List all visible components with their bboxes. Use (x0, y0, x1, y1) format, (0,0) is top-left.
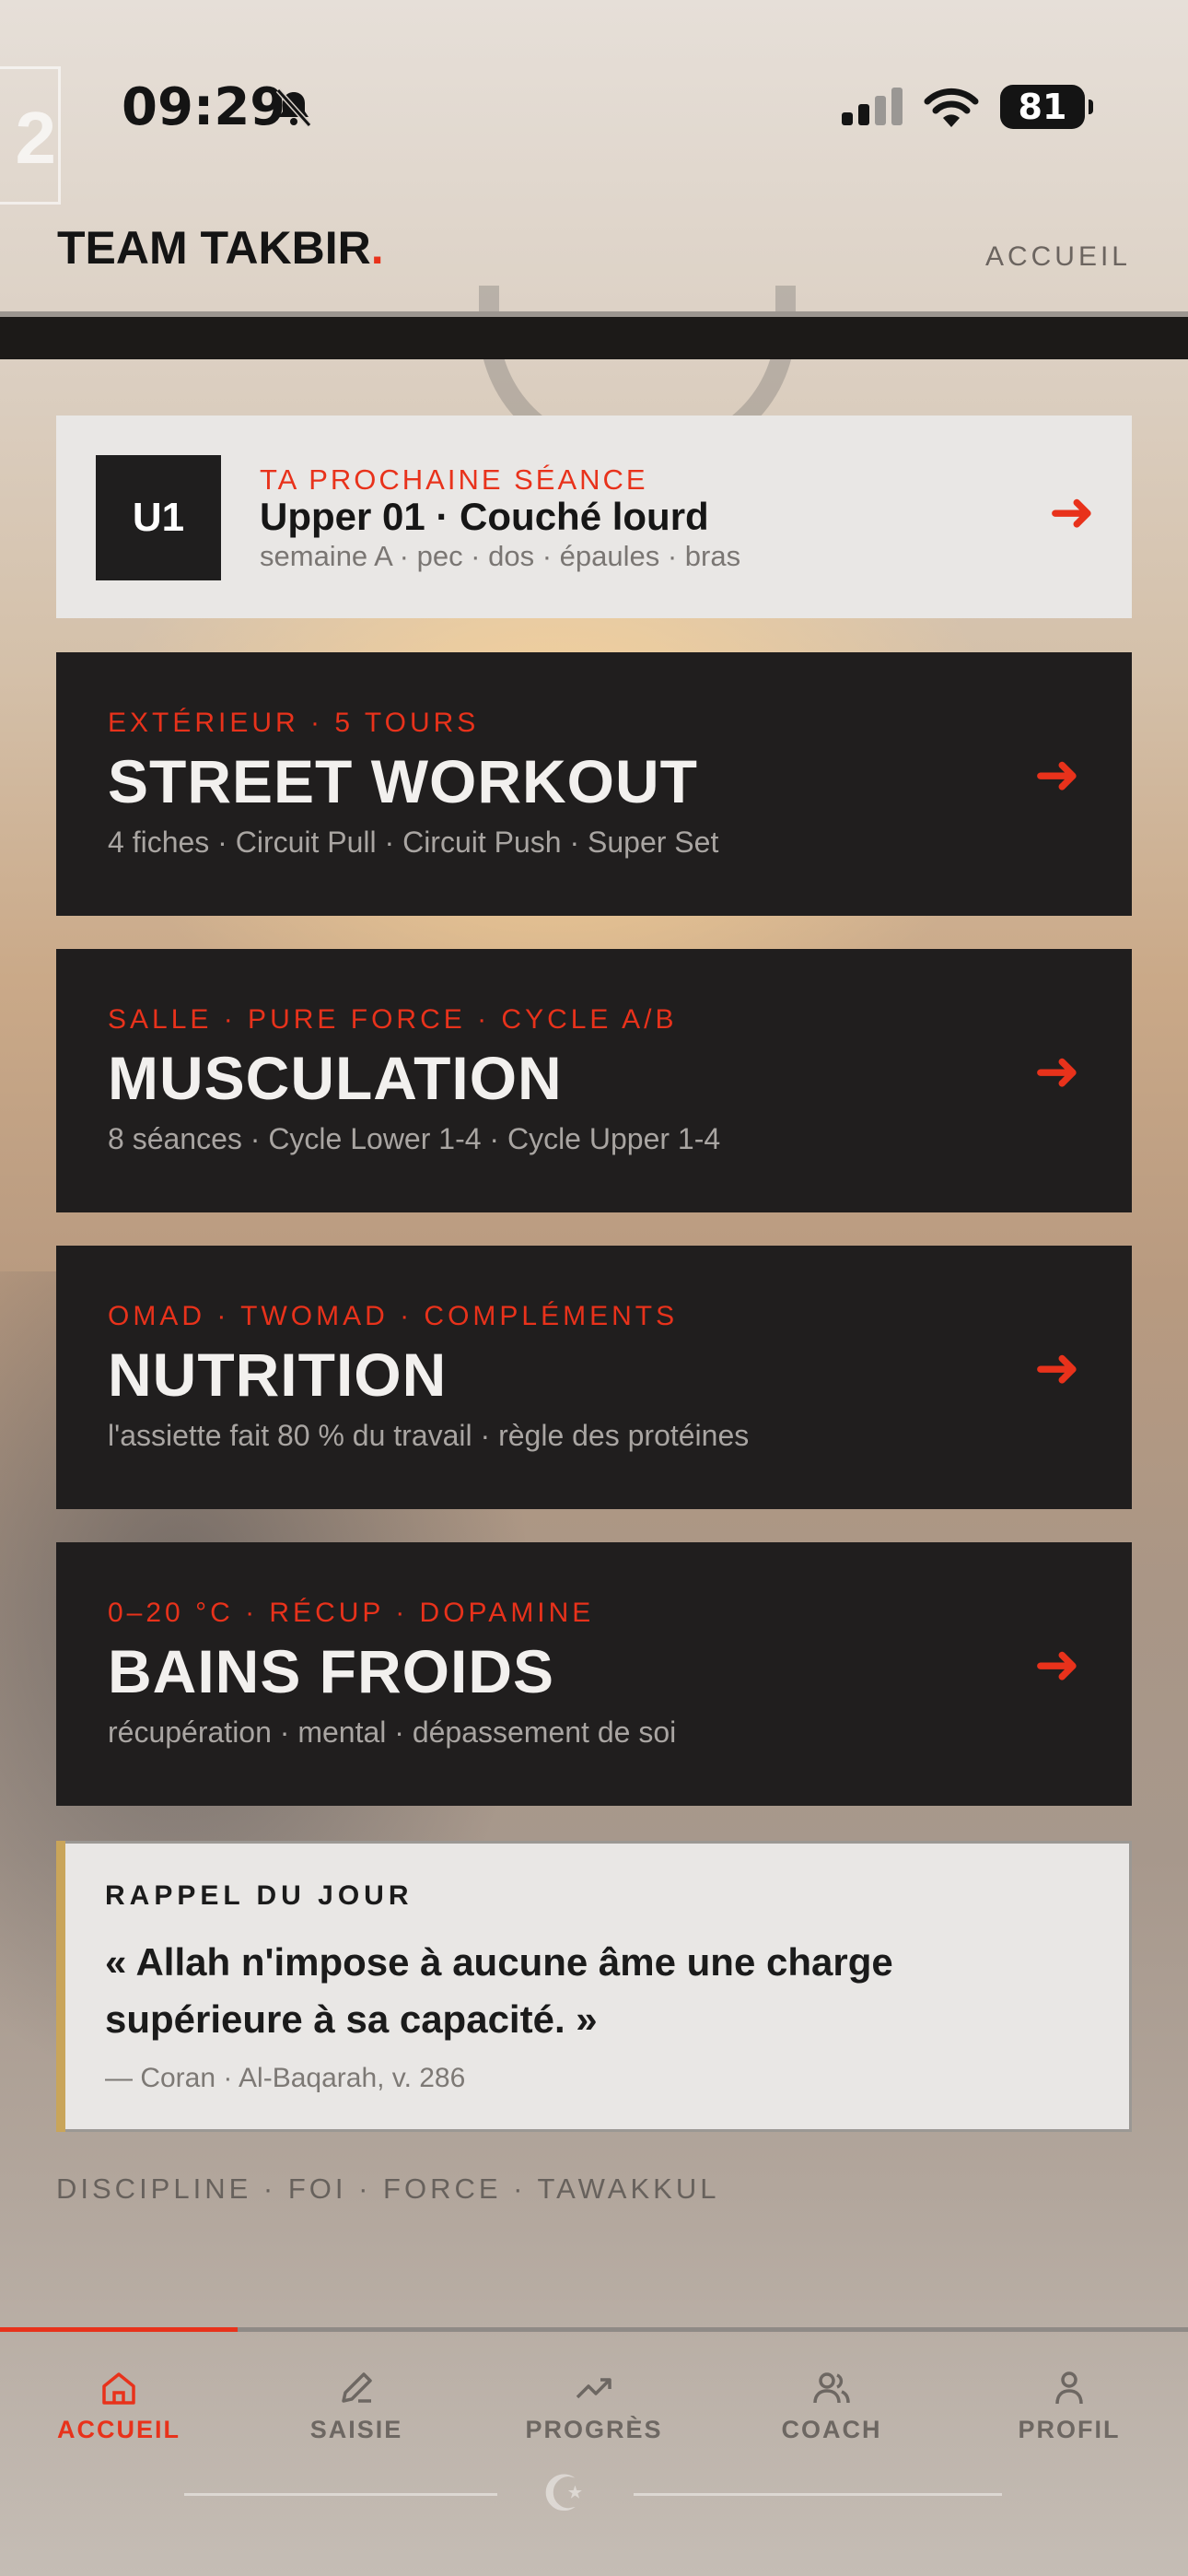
header-dark-band (0, 317, 1188, 359)
trend-up-icon (576, 2378, 611, 2399)
card-kicker: OMAD · TWOMAD · COMPLÉMENTS (108, 1301, 679, 1331)
tab-active-indicator (0, 2327, 238, 2332)
tab-label: PROGRÈS (525, 2416, 663, 2443)
arrow-right-icon: ➜ (1033, 1336, 1080, 1400)
header-nav-accueil[interactable]: ACCUEIL (985, 241, 1131, 273)
tab-label: SAISIE (309, 2416, 403, 2443)
card-title: MUSCULATION (108, 1044, 563, 1112)
bottom-tab-bar (0, 2327, 1188, 2576)
status-bar: 09:29 81 (0, 0, 1188, 217)
card-title: BAINS FROIDS (108, 1637, 555, 1705)
tab-label: ACCUEIL (57, 2416, 181, 2443)
user-icon (1055, 2371, 1083, 2405)
pencil-icon (342, 2372, 372, 2403)
tab-label: COACH (781, 2416, 882, 2443)
arrow-right-icon: ➜ (1033, 1039, 1080, 1104)
background-rule (634, 2493, 1002, 2496)
brand-logo[interactable]: TEAM TAKBIR. (57, 221, 384, 275)
card-nutrition[interactable]: OMAD · TWOMAD · COMPLÉMENTS NUTRITION l'… (56, 1246, 1132, 1509)
background-rule (184, 2493, 497, 2496)
reminder-kicker: RAPPEL DU JOUR (105, 1880, 413, 1911)
card-bains-froids[interactable]: 0–20 °C · RÉCUP · DOPAMINE BAINS FROIDS … (56, 1542, 1132, 1806)
brand-dot: . (370, 222, 384, 274)
status-time: 09:29 (122, 77, 286, 137)
users-icon (813, 2372, 850, 2404)
wifi-icon (924, 88, 979, 127)
battery-indicator: 81 (1000, 85, 1093, 129)
tab-label: PROFIL (1018, 2416, 1121, 2443)
card-title: NUTRITION (108, 1341, 448, 1409)
reminder-source: — Coran · Al-Baqarah, v. 286 (105, 2063, 466, 2093)
next-session-card[interactable]: U1 TA PROCHAINE SÉANCE Upper 01 · Couché… (56, 416, 1132, 618)
tab-accueil[interactable]: ACCUEIL (0, 2366, 238, 2444)
tab-profil[interactable]: PROFIL (950, 2366, 1188, 2444)
card-subtitle: 8 séances · Cycle Lower 1-4 · Cycle Uppe… (108, 1122, 721, 1155)
card-street-workout[interactable]: EXTÉRIEUR · 5 TOURS STREET WORKOUT 4 fic… (56, 652, 1132, 916)
brand-text: TEAM TAKBIR (57, 222, 371, 274)
daily-reminder-card: RAPPEL DU JOUR « Allah n'impose à aucune… (56, 1841, 1132, 2132)
tab-progres[interactable]: PROGRÈS (475, 2366, 713, 2444)
motto-text: DISCIPLINE · FOI · FORCE · TAWAKKUL (56, 2172, 720, 2205)
card-musculation[interactable]: SALLE · PURE FORCE · CYCLE A/B MUSCULATI… (56, 949, 1132, 1212)
crescent-icon: ☪ (542, 2466, 587, 2522)
arrow-right-icon: ➜ (1033, 743, 1080, 807)
card-title: STREET WORKOUT (108, 747, 698, 815)
card-kicker: EXTÉRIEUR · 5 TOURS (108, 708, 480, 738)
card-subtitle: 4 fiches · Circuit Pull · Circuit Push ·… (108, 825, 719, 859)
session-badge: U1 (96, 455, 221, 580)
card-kicker: 0–20 °C · RÉCUP · DOPAMINE (108, 1598, 595, 1628)
arrow-right-icon: ➜ (1048, 480, 1095, 544)
tab-saisie[interactable]: SAISIE (238, 2366, 475, 2444)
arrow-right-icon: ➜ (1033, 1633, 1080, 1697)
next-session-subtitle: semaine A · pec · dos · épaules · bras (260, 540, 741, 572)
next-session-kicker: TA PROCHAINE SÉANCE (260, 463, 648, 496)
card-subtitle: récupération · mental · dépassement de s… (108, 1715, 677, 1749)
tab-coach[interactable]: COACH (713, 2366, 950, 2444)
cellular-signal-icon (842, 88, 903, 125)
bell-slash-icon (275, 88, 312, 128)
card-kicker: SALLE · PURE FORCE · CYCLE A/B (108, 1004, 678, 1035)
home-icon (102, 2372, 135, 2405)
reminder-quote: « Allah n'impose à aucune âme une charge… (105, 1940, 893, 2041)
card-subtitle: l'assiette fait 80 % du travail · règle … (108, 1419, 750, 1452)
next-session-title: Upper 01 · Couché lourd (260, 495, 709, 538)
